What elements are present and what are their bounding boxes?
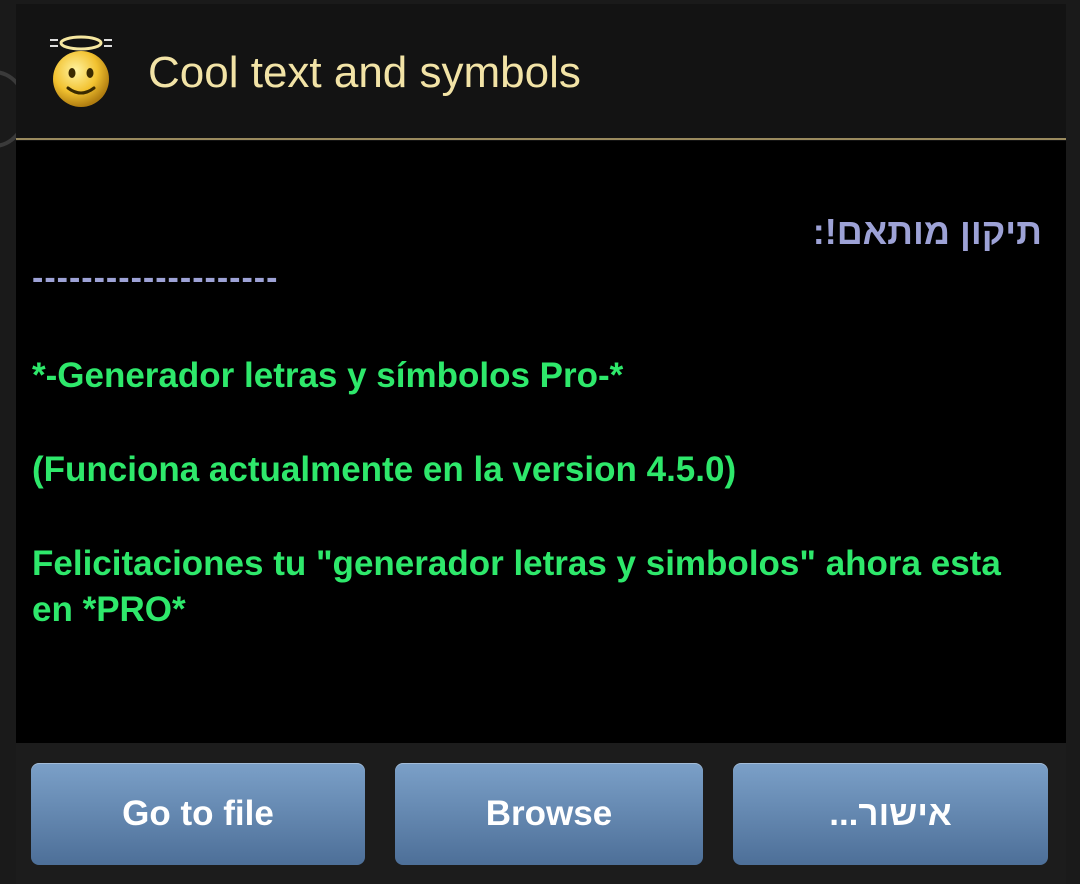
ok-button[interactable]: אישור... bbox=[733, 763, 1048, 865]
message-line-version: (Funciona actualmente en la version 4.5.… bbox=[32, 450, 737, 489]
message-content: תיקון מותאם!: -------------------- *-Gen… bbox=[16, 141, 1066, 743]
message-divider: -------------------- bbox=[32, 259, 279, 297]
dialog-title: Cool text and symbols bbox=[148, 48, 581, 97]
go-to-file-label: Go to file bbox=[122, 794, 274, 833]
ok-label: אישור... bbox=[829, 794, 952, 833]
message-heading: תיקון מותאם!: bbox=[812, 211, 1042, 252]
dialog: Cool text and symbols תיקון מותאם!: ----… bbox=[16, 4, 1066, 884]
dialog-button-bar: Go to file Browse אישור... bbox=[16, 743, 1066, 884]
message-line-title: *-Generador letras y símbolos Pro-* bbox=[32, 356, 624, 395]
message-line-congrats: Felicitaciones tu "generador letras y si… bbox=[32, 544, 1001, 629]
angel-smiley-icon bbox=[50, 35, 112, 107]
browse-label: Browse bbox=[485, 794, 613, 833]
browse-button[interactable]: Browse bbox=[395, 763, 703, 865]
dialog-title-bar: Cool text and symbols bbox=[16, 4, 1066, 140]
go-to-file-button[interactable]: Go to file bbox=[31, 763, 365, 865]
